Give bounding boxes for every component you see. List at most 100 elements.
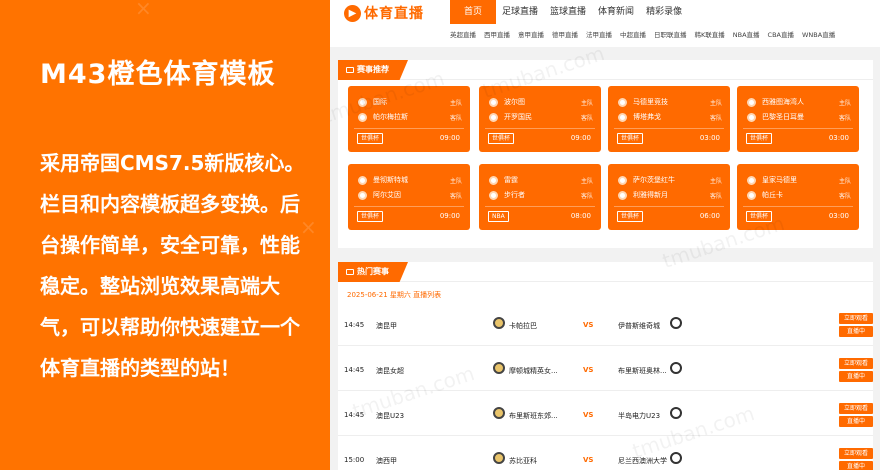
nav-item-basketball[interactable]: 篮球直播	[544, 0, 592, 24]
match-row[interactable]: 14:45 澳昆甲 卡帕拉巴 VS 伊普斯维奇城 立即观看 直播中	[338, 304, 873, 346]
home-crest-icon	[493, 362, 505, 374]
decor-glyph: ×	[135, 0, 152, 20]
subnav-item[interactable]: 日职联直播	[654, 29, 687, 39]
match-card[interactable]: 曼彻斯特城 主队 阿尔艾因 客队 世俱杯 09:00	[348, 164, 470, 230]
away-team: 步行者	[504, 191, 525, 199]
tv-icon	[346, 268, 354, 275]
nav-item-replays[interactable]: 精彩录像	[640, 0, 688, 24]
team-crest-icon	[747, 190, 756, 200]
team-crest-icon	[618, 97, 627, 107]
watch-button[interactable]: 立即观看	[839, 448, 873, 459]
home-crest-icon	[493, 317, 505, 329]
away-team: 半岛电力U23	[618, 412, 661, 420]
site-preview: ▶ 体育直播 首页 足球直播 篮球直播 体育新闻 精彩录像 英超直播 西甲直播 …	[330, 0, 880, 470]
league-badge: 世俱杯	[617, 133, 644, 144]
sub-nav: 英超直播 西甲直播 意甲直播 德甲直播 法甲直播 中超直播 日职联直播 韩K联直…	[450, 29, 843, 39]
site-header: ▶ 体育直播 首页 足球直播 篮球直播 体育新闻 精彩录像 英超直播 西甲直播 …	[330, 0, 880, 47]
vs-label: VS	[583, 321, 594, 329]
match-league: 澳昆甲	[376, 322, 397, 330]
team-crest-icon	[618, 175, 627, 185]
subnav-item[interactable]: 西甲直播	[484, 29, 510, 39]
away-row: 利雅得新月 客队	[618, 189, 722, 201]
featured-title-tab: 赛事推荐	[338, 60, 408, 80]
subnav-item[interactable]: 中超直播	[620, 29, 646, 39]
promo-description: 采用帝国CMS7.5新版核心。栏目和内容模板超多变换。后台操作简单，安全可靠，性…	[40, 151, 305, 380]
away-team: 利雅得新月	[633, 191, 668, 199]
team-crest-icon	[489, 175, 498, 185]
featured-title: 赛事推荐	[357, 65, 389, 74]
home-label: 主队	[580, 99, 593, 107]
home-label: 主队	[709, 99, 722, 107]
site-logo[interactable]: ▶ 体育直播	[344, 4, 424, 22]
team-crest-icon	[747, 175, 756, 185]
subnav-item[interactable]: 法甲直播	[586, 29, 612, 39]
vs-label: VS	[583, 366, 594, 374]
away-team: 博塔弗戈	[633, 113, 661, 121]
match-card[interactable]: 马德里竞技 主队 博塔弗戈 客队 世俱杯 03:00	[608, 86, 730, 152]
away-row: 巴黎圣日耳曼 客队	[747, 111, 851, 123]
team-crest-icon	[489, 190, 498, 200]
league-badge: 世俱杯	[488, 133, 515, 144]
live-button[interactable]: 直播中	[839, 461, 873, 470]
home-team: 卡帕拉巴	[509, 322, 537, 330]
watch-button[interactable]: 立即观看	[839, 313, 873, 324]
away-row: 开罗国民 客队	[489, 111, 593, 123]
promo-title: M43橙色体育模板	[40, 59, 276, 90]
tv-icon	[346, 66, 354, 73]
main-nav: 首页 足球直播 篮球直播 体育新闻 精彩录像	[450, 0, 688, 24]
watch-button[interactable]: 立即观看	[839, 403, 873, 414]
play-icon: ▶	[344, 4, 361, 22]
match-row[interactable]: 15:00 澳西甲 苏比亚科 VS 尼兰西澳洲大学 立即观看 直播中	[338, 439, 873, 470]
league-badge: NBA	[488, 211, 509, 222]
kickoff-time: 03:00	[699, 134, 720, 142]
hot-panel: 热门赛事 2025-06-21 星期六 直播列表 14:45 澳昆甲 卡帕拉巴 VS 伊…	[338, 262, 873, 470]
hot-title: 热门赛事	[357, 267, 389, 276]
divider	[485, 128, 595, 129]
nav-item-news[interactable]: 体育新闻	[592, 0, 640, 24]
subnav-item[interactable]: CBA直播	[768, 29, 794, 39]
home-team: 波尔图	[504, 98, 525, 106]
away-crest-icon	[670, 362, 682, 374]
subnav-item[interactable]: 韩K联直播	[695, 29, 725, 39]
nav-item-football[interactable]: 足球直播	[496, 0, 544, 24]
subnav-item[interactable]: 德甲直播	[552, 29, 578, 39]
away-row: 博塔弗戈 客队	[618, 111, 722, 123]
home-label: 主队	[580, 177, 593, 185]
away-crest-icon	[670, 407, 682, 419]
subnav-item[interactable]: NBA直播	[733, 29, 760, 39]
away-row: 阿尔艾因 客队	[358, 189, 462, 201]
schedule-date: 2025-06-21 星期六 直播列表	[347, 291, 442, 299]
kickoff-time: 09:00	[439, 134, 460, 142]
live-button[interactable]: 直播中	[839, 416, 873, 427]
divider	[485, 206, 595, 207]
live-button[interactable]: 直播中	[839, 326, 873, 337]
league-badge: 世俱杯	[617, 211, 644, 222]
away-row: 步行者 客队	[489, 189, 593, 201]
live-button[interactable]: 直播中	[839, 371, 873, 382]
away-crest-icon	[670, 452, 682, 464]
match-card[interactable]: 雷霆 主队 步行者 客队 NBA 08:00	[479, 164, 601, 230]
subnav-item[interactable]: 意甲直播	[518, 29, 544, 39]
subnav-item[interactable]: WNBA直播	[802, 29, 835, 39]
team-crest-icon	[489, 112, 498, 122]
team-crest-icon	[747, 97, 756, 107]
match-time: 14:45	[344, 366, 365, 374]
divider	[354, 206, 464, 207]
home-row: 西雅图海湾人 主队	[747, 96, 851, 108]
nav-item-home[interactable]: 首页	[450, 0, 497, 24]
away-label: 客队	[580, 114, 593, 122]
match-card[interactable]: 西雅图海湾人 主队 巴黎圣日耳曼 客队 世俱杯 03:00	[737, 86, 859, 152]
home-team: 萨尔茨堡红牛	[633, 176, 675, 184]
home-team: 曼彻斯特城	[373, 176, 408, 184]
match-league: 澳昆女超	[376, 367, 404, 375]
home-team: 雷霆	[504, 176, 518, 184]
watch-button[interactable]: 立即观看	[839, 358, 873, 369]
home-label: 主队	[838, 177, 851, 185]
match-card[interactable]: 萨尔茨堡红牛 主队 利雅得新月 客队 世俱杯 06:00	[608, 164, 730, 230]
away-label: 客队	[709, 192, 722, 200]
home-team: 皇家马德里	[762, 176, 797, 184]
subnav-item[interactable]: 英超直播	[450, 29, 476, 39]
home-row: 雷霆 主队	[489, 174, 593, 186]
away-team: 伊普斯维奇城	[618, 322, 660, 330]
divider	[743, 206, 853, 207]
